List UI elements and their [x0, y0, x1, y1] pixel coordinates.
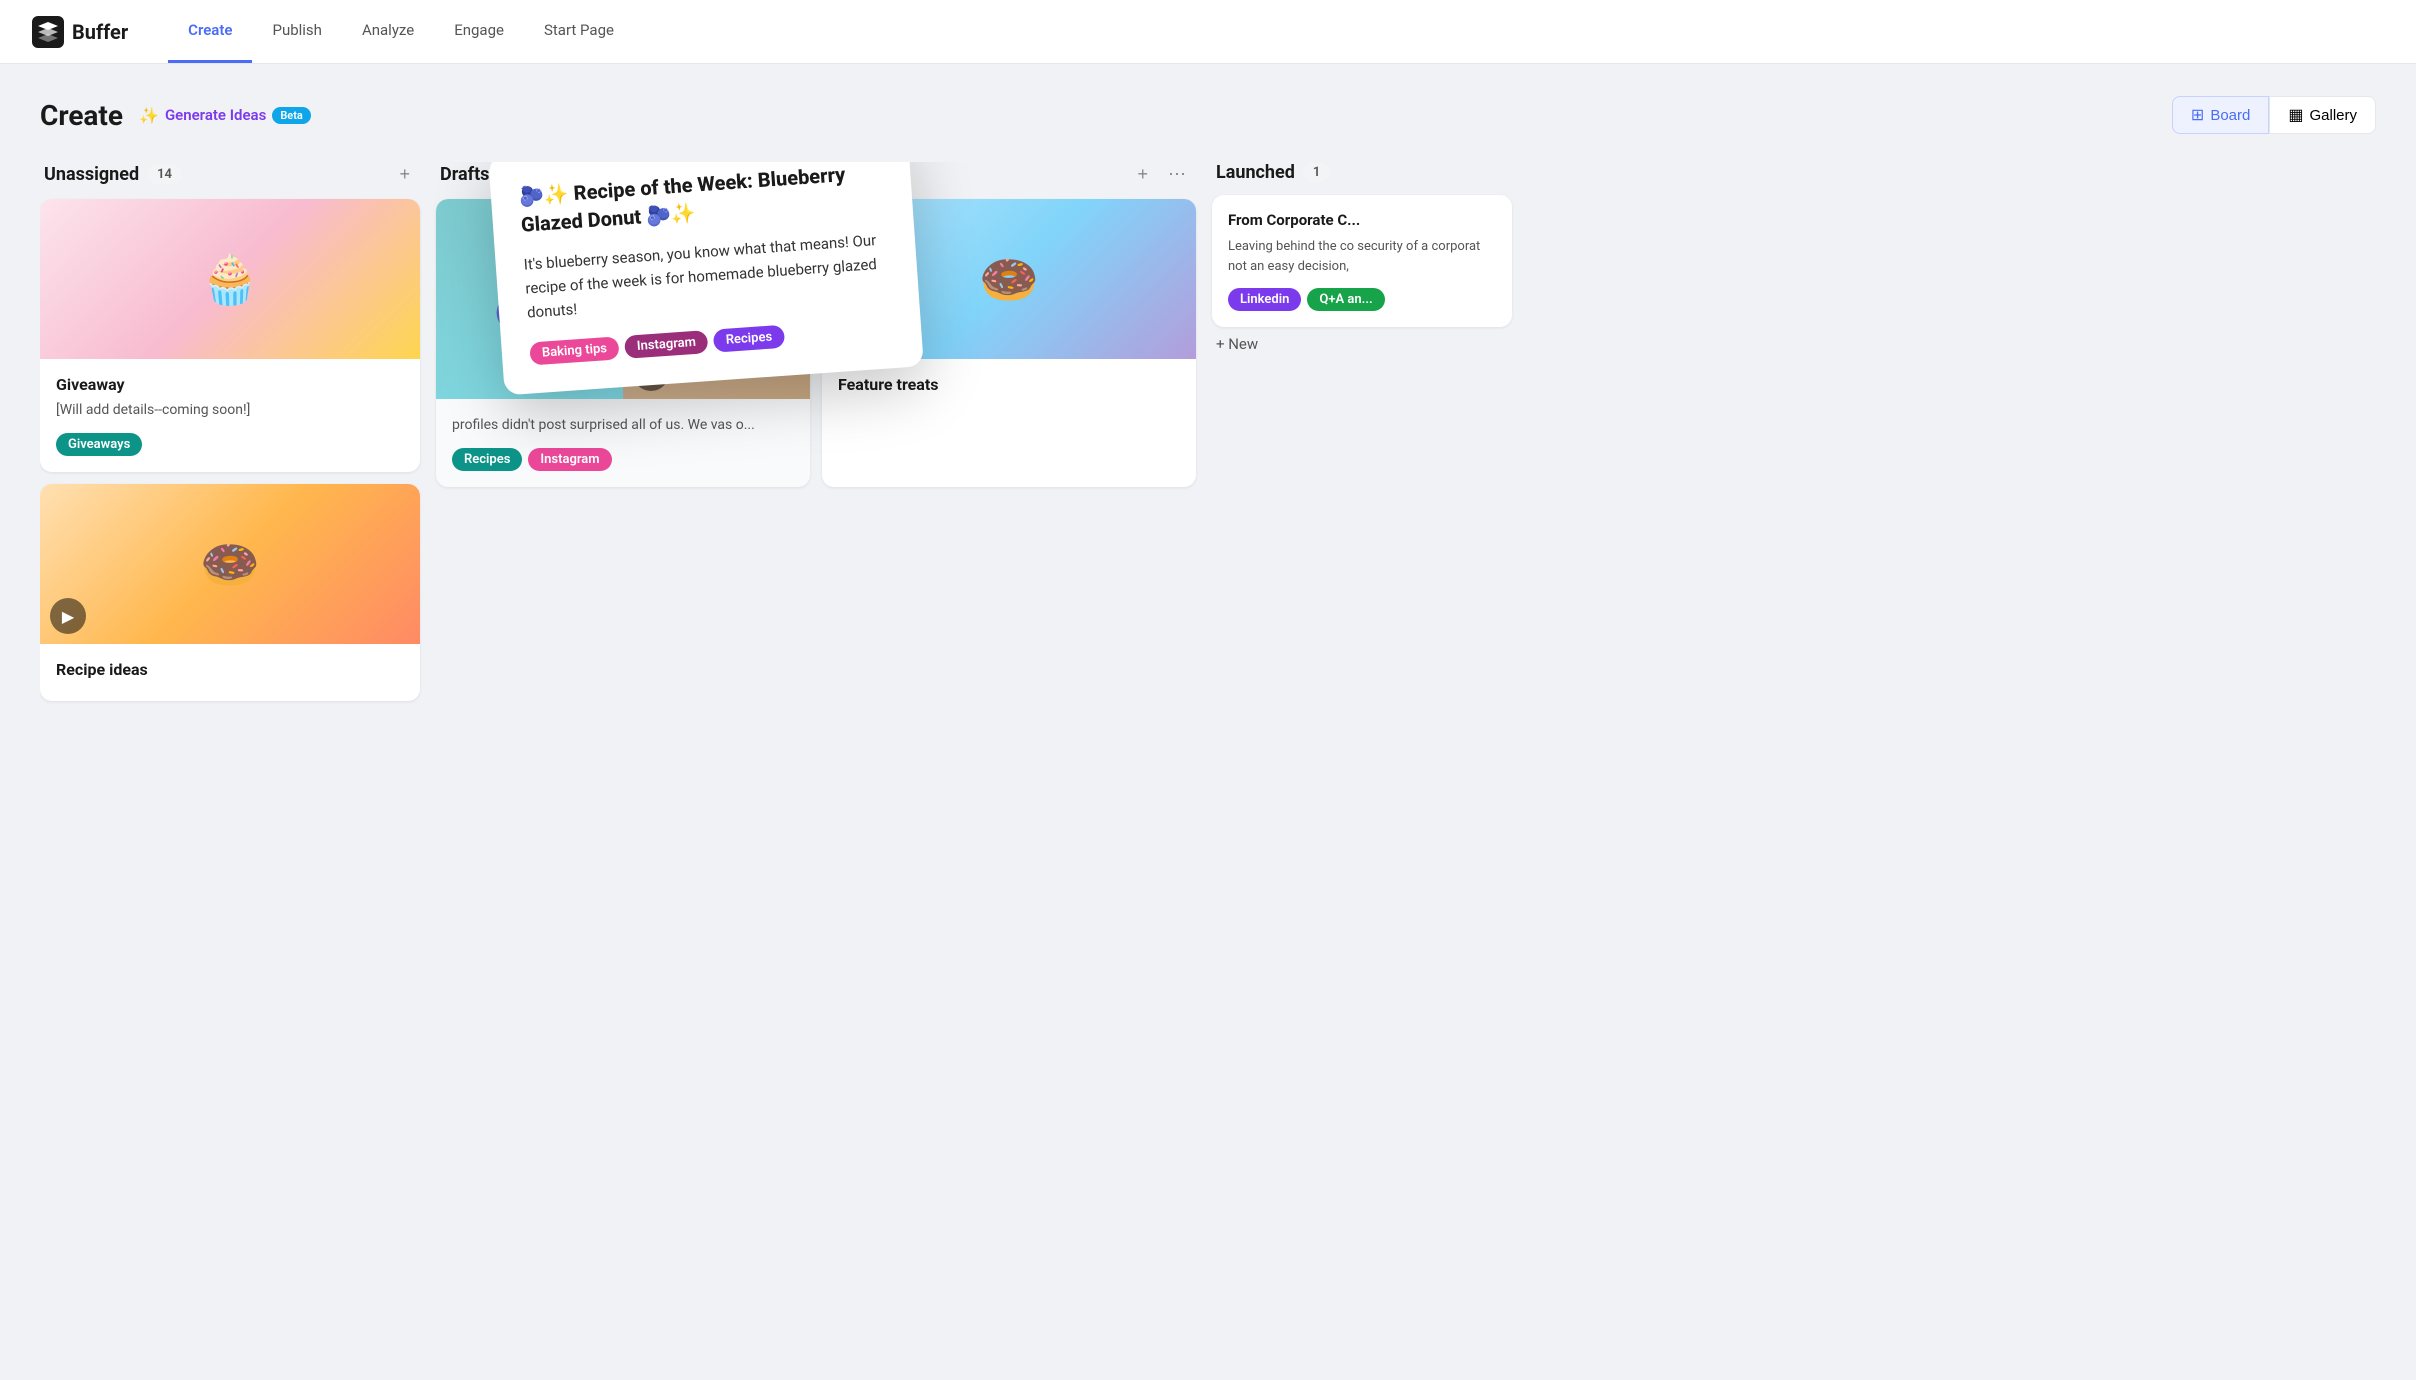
floating-card-title: 🫐✨ Recipe of the Week: Blueberry Glazed …: [518, 162, 885, 239]
magic-wand-icon: ✨: [139, 106, 159, 125]
giveaway-desc: [Will add details--coming soon!]: [56, 400, 404, 421]
from-corporate-title: From Corporate C...: [1228, 211, 1496, 229]
column-launched: Launched 1 From Corporate C... Leaving b…: [1212, 162, 1512, 361]
nav-engage[interactable]: Engage: [434, 0, 524, 63]
floating-card-desc: It's blueberry season, you know what tha…: [523, 227, 891, 324]
board-icon: ⊞: [2191, 105, 2204, 125]
board-label: Board: [2210, 107, 2250, 124]
giveaway-tags: Giveaways: [56, 433, 404, 456]
add-draft-button[interactable]: +: [1131, 162, 1154, 187]
tag-linkedin[interactable]: Linkedin: [1228, 288, 1301, 311]
column-unassigned-title: Unassigned: [44, 164, 139, 185]
board-view-button[interactable]: ⊞ Board: [2172, 96, 2269, 134]
view-toggle: ⊞ Board ▦ Gallery: [2172, 96, 2376, 134]
page-title-area: Create ✨ Generate Ideas Beta: [40, 99, 311, 132]
video-icon: ▶: [50, 598, 86, 634]
generate-ideas-label: Generate Ideas: [165, 106, 266, 124]
giveaway-title: Giveaway: [56, 375, 404, 394]
floating-card-container: 🫷 🫐✨ Recipe of the Week: Blueberry Glaze…: [496, 162, 916, 381]
card-recipe-ideas: 🍩 ▶ Recipe ideas: [40, 484, 420, 701]
more-drafts-button[interactable]: ⋯: [1162, 162, 1192, 187]
recipe-ideas-image-wrapper: 🍩 ▶: [40, 484, 420, 644]
gallery-icon: ▦: [2288, 105, 2303, 125]
nav-create[interactable]: Create: [168, 0, 252, 63]
recipe-ideas-body: Recipe ideas: [40, 644, 420, 701]
logo[interactable]: Buffer: [32, 16, 128, 48]
nav-items: Create Publish Analyze Engage Start Page: [168, 0, 634, 63]
nav-publish[interactable]: Publish: [252, 0, 341, 63]
main-nav: Buffer Create Publish Analyze Engage Sta…: [0, 0, 2416, 64]
card-from-corporate: From Corporate C... Leaving behind the c…: [1212, 195, 1512, 327]
floating-tag-baking[interactable]: Baking tips: [529, 336, 619, 365]
page-content: Create ✨ Generate Ideas Beta ⊞ Board ▦ G…: [0, 64, 2416, 745]
recipe-ideas-title: Recipe ideas: [56, 660, 404, 679]
generate-ideas-button[interactable]: ✨ Generate Ideas Beta: [139, 106, 311, 125]
from-corporate-desc: Leaving behind the co security of a corp…: [1228, 237, 1496, 276]
column-launched-title: Launched: [1216, 162, 1295, 183]
page-header: Create ✨ Generate Ideas Beta ⊞ Board ▦ G…: [40, 96, 2376, 134]
new-button[interactable]: + New: [1212, 327, 1512, 361]
nav-analyze[interactable]: Analyze: [342, 0, 434, 63]
partial-draft-tags: Recipes Instagram: [452, 448, 794, 471]
column-unassigned-header: Unassigned 14 +: [40, 162, 420, 187]
floating-recipe-card[interactable]: 🫐✨ Recipe of the Week: Blueberry Glazed …: [488, 162, 924, 395]
column-launched-header: Launched 1: [1212, 162, 1512, 183]
gallery-label: Gallery: [2309, 107, 2357, 124]
column-drafts-actions: + ⋯: [1131, 162, 1192, 187]
gallery-view-button[interactable]: ▦ Gallery: [2269, 96, 2376, 134]
tag-qa[interactable]: Q+A an...: [1307, 288, 1384, 311]
feature-treats-title: Feature treats: [838, 375, 1180, 394]
column-drafts-title: Drafts: [440, 164, 489, 185]
board: Unassigned 14 + 🧁 Giveaway [Will add det…: [40, 162, 2376, 713]
column-drafts: Drafts 4 + ⋯ 🫐 🍩 ▶: [436, 162, 1196, 499]
page-title: Create: [40, 99, 123, 132]
floating-card-tags: Baking tips Instagram Recipes: [529, 317, 894, 365]
buffer-logo-icon: [32, 16, 64, 48]
partial-draft-content: profiles didn't post surprised all of us…: [436, 399, 810, 487]
tag-instagram[interactable]: Instagram: [528, 448, 611, 471]
beta-badge: Beta: [272, 107, 311, 124]
add-unassigned-button[interactable]: +: [393, 162, 416, 187]
giveaway-image-wrapper: 🧁: [40, 199, 420, 359]
tag-recipes-teal[interactable]: Recipes: [452, 448, 522, 471]
floating-tag-recipes[interactable]: Recipes: [713, 325, 785, 353]
column-launched-count: 1: [1303, 163, 1330, 182]
column-unassigned: Unassigned 14 + 🧁 Giveaway [Will add det…: [40, 162, 420, 713]
tag-giveaways[interactable]: Giveaways: [56, 433, 142, 456]
giveaway-body: Giveaway [Will add details--coming soon!…: [40, 359, 420, 472]
column-unassigned-count: 14: [147, 165, 182, 184]
floating-tag-instagram[interactable]: Instagram: [624, 330, 709, 359]
recipe-ideas-image: 🍩: [40, 484, 420, 644]
card-giveaway: 🧁 Giveaway [Will add details--coming soo…: [40, 199, 420, 472]
giveaway-image: 🧁: [40, 199, 420, 359]
from-corporate-tags: Linkedin Q+A an...: [1228, 288, 1496, 311]
nav-start-page[interactable]: Start Page: [524, 0, 634, 63]
column-unassigned-actions: +: [393, 162, 416, 187]
partial-draft-text: profiles didn't post surprised all of us…: [452, 415, 794, 436]
